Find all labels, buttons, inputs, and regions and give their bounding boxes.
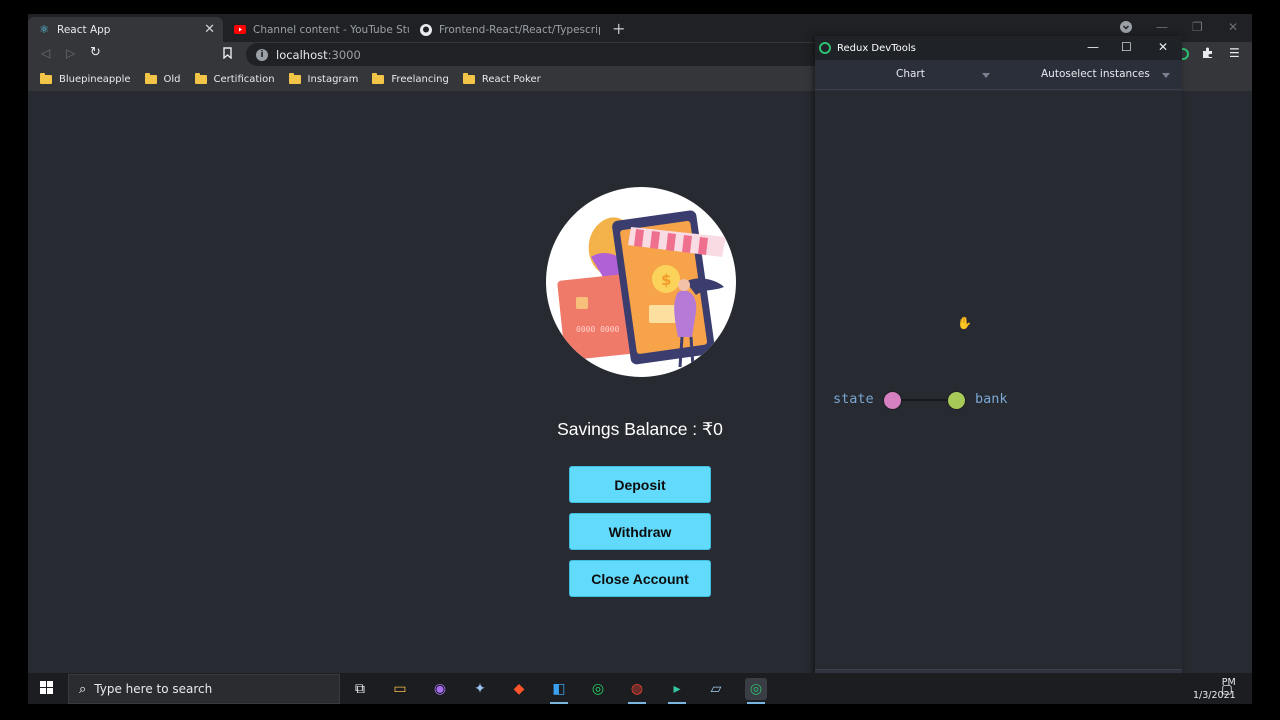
taskbar-search-box[interactable]: ⌕ Type here to search [68, 674, 340, 704]
state-chart-area[interactable]: state bank ✋ [815, 91, 1182, 669]
react-icon: ⚛ [39, 23, 49, 36]
close-account-button[interactable]: Close Account [569, 560, 711, 597]
windows-taskbar: ⌕ Type here to search ⧉ ▭ ◉ ✦ ◆ ◧ ◎ ◍ ▸ … [28, 673, 1252, 704]
folder-icon [194, 73, 207, 84]
tab-label: Channel content - YouTube Studio [253, 23, 409, 36]
redux-devtools-taskbar-icon[interactable]: ◎ [745, 678, 767, 704]
forward-icon[interactable]: ▷ [66, 46, 75, 60]
grab-cursor-icon: ✋ [957, 316, 972, 330]
devtools-title: Redux DevTools [837, 42, 916, 54]
chevron-down-icon[interactable] [1162, 73, 1170, 78]
bookmark-freelancing[interactable]: Freelancing [372, 73, 449, 85]
folder-icon [372, 73, 385, 84]
windows-start-icon[interactable] [40, 681, 54, 695]
devtools-maximize-icon[interactable]: ☐ [1121, 40, 1132, 54]
bookmark-react-poker[interactable]: React Poker [462, 73, 541, 85]
withdraw-button[interactable]: Withdraw [569, 513, 711, 550]
devtools-close-icon[interactable]: ✕ [1158, 40, 1168, 54]
tab-github[interactable]: Frontend-React/React/Typescript/bank [410, 17, 600, 42]
tab-label: Frontend-React/React/Typescript/bank [439, 23, 600, 36]
github-desktop-icon[interactable]: ◉ [429, 678, 451, 700]
file-explorer-icon[interactable]: ▭ [389, 678, 411, 700]
restore-icon[interactable]: ❐ [1192, 20, 1203, 34]
extensions-puzzle-icon[interactable] [1202, 47, 1214, 62]
folder-icon [40, 73, 52, 84]
bookmark-instagram[interactable]: Instagram [288, 73, 358, 85]
folder-icon [288, 73, 301, 84]
reload-icon[interactable]: ↻ [90, 45, 101, 60]
redux-devtools-logo-icon [819, 42, 831, 54]
shopping-illustration: 0000 0000 $ [546, 187, 736, 377]
desktop-screen: ⚛ React App ✕ Channel content - YouTube … [28, 14, 1252, 704]
tab-label: React App [57, 23, 111, 36]
menu-kebab-icon[interactable]: ☰ [1229, 46, 1240, 60]
node-bank[interactable] [947, 391, 966, 410]
search-placeholder: Type here to search [94, 682, 213, 696]
svg-text:$: $ [661, 271, 671, 289]
minimize-icon[interactable]: — [1156, 20, 1168, 34]
vscode-icon[interactable]: ◧ [548, 678, 570, 704]
tab-search-icon[interactable] [1120, 21, 1132, 36]
back-icon[interactable]: ◁ [41, 46, 50, 60]
instances-select[interactable]: Autoselect instances [1041, 68, 1150, 80]
card-number: 0000 0000 [576, 325, 620, 334]
devtools-minimize-icon[interactable]: — [1087, 40, 1099, 54]
folder-icon [144, 73, 157, 84]
info-icon[interactable]: i [256, 48, 268, 61]
youtube-icon [234, 24, 246, 36]
bookmark-old[interactable]: Old [144, 73, 181, 85]
deposit-button[interactable]: Deposit [569, 466, 711, 503]
tab-react-app[interactable]: ⚛ React App ✕ [28, 17, 223, 42]
node-state[interactable] [883, 391, 902, 410]
address-bar[interactable]: i localhost:3000 [246, 43, 826, 66]
chevron-down-icon[interactable] [982, 73, 990, 78]
devtools-header: Chart Autoselect instances [815, 60, 1182, 90]
bookmark-bluepineapple[interactable]: Bluepineapple [40, 73, 131, 85]
close-window-icon[interactable]: ✕ [1228, 20, 1238, 34]
chrome-icon[interactable]: ◍ [626, 678, 648, 704]
notifications-icon[interactable]: ▢ [1216, 678, 1238, 700]
new-tab-button[interactable]: + [612, 19, 625, 38]
search-icon: ⌕ [79, 681, 87, 697]
node-label-state: state [833, 391, 874, 407]
bookmark-certification[interactable]: Certification [194, 73, 275, 85]
monitor-select[interactable]: Chart [896, 68, 925, 80]
terminal-icon[interactable]: ▸ [666, 678, 688, 704]
folder-icon [462, 73, 475, 84]
close-icon[interactable]: ✕ [204, 22, 215, 37]
github-icon [420, 23, 432, 36]
brave-browser-icon[interactable]: ◆ [508, 678, 530, 700]
devtools-titlebar: Redux DevTools — ☐ ✕ [815, 36, 1182, 60]
task-view-icon[interactable]: ⧉ [349, 678, 371, 700]
notes-icon[interactable]: ▱ [705, 678, 727, 700]
redux-devtools-window: Redux DevTools — ☐ ✕ Chart Autoselect in… [815, 36, 1182, 696]
bookmark-icon[interactable] [223, 47, 232, 62]
app-icon[interactable]: ✦ [469, 678, 491, 700]
url-text: localhost:3000 [276, 47, 361, 62]
savings-balance-text: Savings Balance : ₹0 [557, 419, 723, 439]
tab-youtube-studio[interactable]: Channel content - YouTube Studio [224, 17, 409, 42]
node-label-bank: bank [975, 391, 1008, 407]
whatsapp-icon[interactable]: ◎ [587, 678, 609, 700]
tree-link [902, 399, 957, 401]
